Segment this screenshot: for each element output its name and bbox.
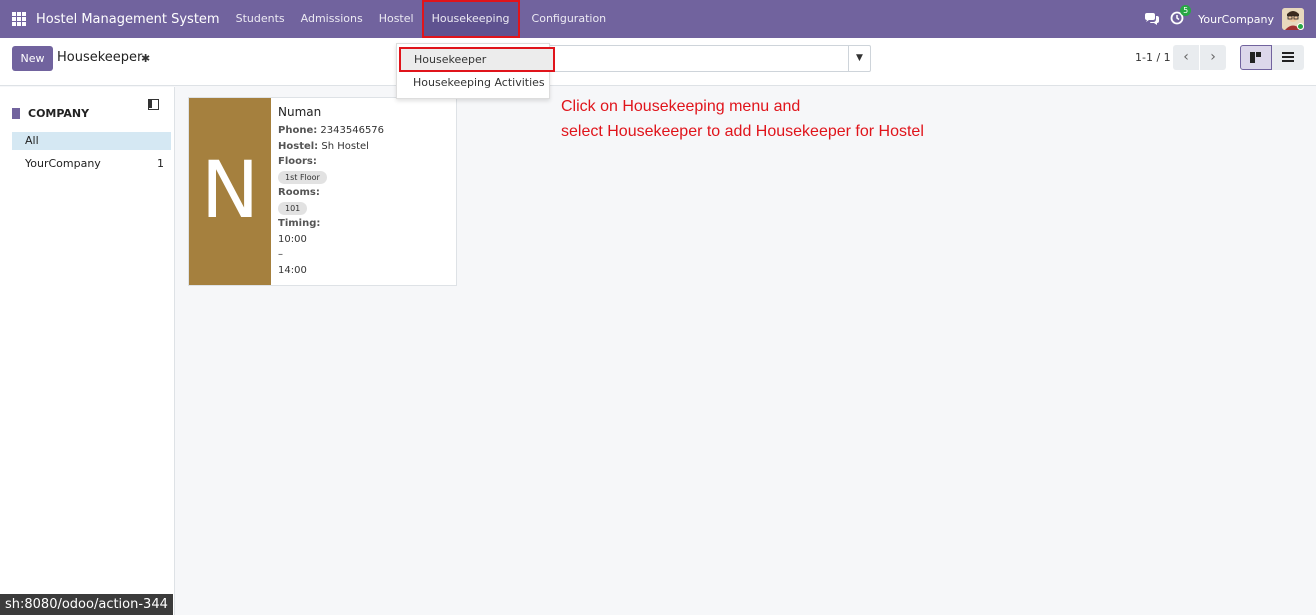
phone-label: Phone:	[278, 125, 318, 136]
search-options-caret-icon[interactable]: ▼	[848, 46, 870, 71]
timing-end: 14:00	[278, 264, 307, 276]
navbar-systray: 5 YourCompany	[1144, 0, 1316, 38]
breadcrumb-title: Housekeeper	[57, 50, 143, 65]
menu-students[interactable]: Students	[228, 0, 293, 38]
company-switcher[interactable]: YourCompany	[1198, 13, 1274, 26]
filter-item-label: YourCompany	[25, 157, 101, 170]
phone-value: 2343546576	[320, 125, 385, 136]
dropdown-item-housekeeping-activities[interactable]: Housekeeping Activities	[397, 73, 551, 93]
timing-separator: –	[278, 249, 283, 260]
app-name[interactable]: Hostel Management System	[36, 12, 220, 27]
new-button[interactable]: New	[12, 46, 53, 71]
company-filter-title: COMPANY	[28, 107, 90, 120]
filter-item-yourcompany[interactable]: YourCompany 1	[12, 155, 171, 173]
timing-start: 10:00	[278, 233, 307, 245]
filter-item-label: All	[25, 134, 39, 147]
activity-clock-icon[interactable]: 5	[1170, 5, 1192, 27]
floors-label: Floors:	[278, 156, 317, 167]
gear-icon[interactable]: ✱	[141, 52, 150, 65]
housekeeper-card[interactable]: N Numan Phone: 2343546576 Hostel: Sh Hos…	[188, 97, 457, 286]
control-panel: New Housekeeper ✱ ▼ 1-1 / 1 ‹ ›	[0, 38, 1316, 86]
menu-housekeeping[interactable]: Housekeeping	[421, 0, 520, 38]
pager-next-button[interactable]: ›	[1200, 45, 1226, 70]
collapse-panel-icon[interactable]	[148, 99, 159, 110]
instruction-line-2: select Housekeeper to add Housekeeper fo…	[561, 123, 924, 140]
kanban-view-button[interactable]	[1240, 45, 1272, 70]
online-status-icon	[1297, 23, 1304, 30]
top-navbar: Hostel Management System Students Admiss…	[0, 0, 1316, 38]
hostel-value: Sh Hostel	[321, 140, 369, 152]
pager-previous-button[interactable]: ‹	[1173, 45, 1199, 70]
room-tag: 101	[278, 201, 308, 215]
hostel-label: Hostel:	[278, 140, 319, 152]
link-status-url: sh:8080/odoo/action-344	[0, 594, 173, 615]
card-avatar: N	[189, 98, 271, 285]
building-icon	[12, 108, 20, 119]
housekeeping-dropdown: Housekeeper Housekeeping Activities	[396, 43, 555, 99]
menu-admissions[interactable]: Admissions	[293, 0, 371, 38]
dropdown-item-housekeeper[interactable]: Housekeeper	[399, 47, 555, 72]
card-name: Numan	[278, 105, 322, 119]
company-filter-header: COMPANY	[12, 107, 89, 120]
search-panel: COMPANY All YourCompany 1	[0, 87, 175, 615]
card-body: Numan Phone: 2343546576 Hostel: Sh Hoste…	[278, 105, 384, 278]
activity-badge: 5	[1180, 5, 1192, 16]
filter-item-count: 1	[157, 157, 164, 170]
menu-hostel[interactable]: Hostel	[371, 0, 422, 38]
apps-menu-icon[interactable]	[12, 12, 26, 26]
pager-value[interactable]: 1-1 / 1	[1135, 51, 1171, 64]
floor-tag: 1st Floor	[278, 170, 327, 184]
user-avatar[interactable]	[1282, 8, 1304, 30]
rooms-label: Rooms:	[278, 187, 320, 198]
chat-icon[interactable]	[1144, 13, 1160, 25]
list-view-button[interactable]	[1272, 45, 1304, 70]
menu-configuration[interactable]: Configuration	[524, 0, 615, 38]
timing-label: Timing:	[278, 218, 321, 229]
instruction-annotation: Click on Housekeeping menu and select Ho…	[561, 94, 924, 144]
instruction-line-1: Click on Housekeeping menu and	[561, 98, 801, 115]
filter-item-all[interactable]: All	[12, 132, 171, 150]
